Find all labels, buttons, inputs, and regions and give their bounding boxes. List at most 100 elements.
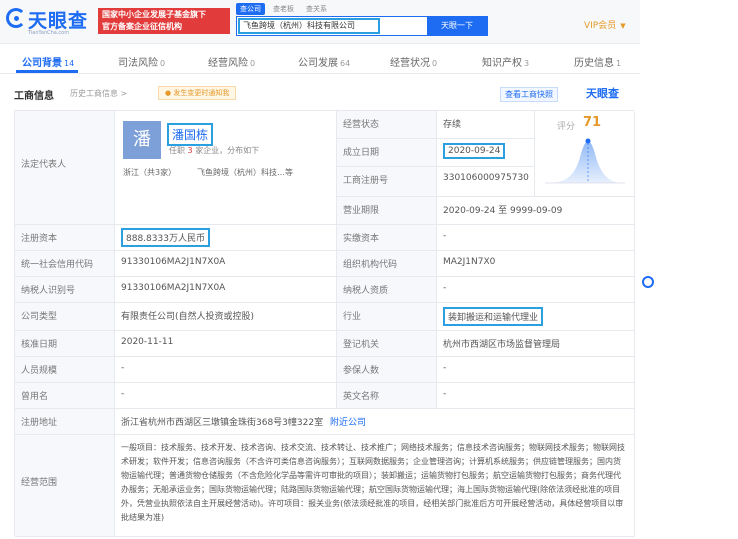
promo-line-1: 国家中小企业发展子基金旗下 — [102, 10, 206, 19]
rep-summary-prefix: 任职 — [169, 146, 185, 155]
brand-watermark: 天眼查 — [586, 87, 619, 100]
tab-label: 司法风险 — [118, 58, 158, 69]
address-label: 注册地址 — [15, 409, 115, 435]
tab-judicial-risk[interactable]: 司法风险 0 — [118, 54, 165, 69]
scope-cell: 一般项目：技术服务、技术开发、技术咨询、技术交流、技术转让、技术推广；网络技术服… — [115, 435, 635, 537]
rep-summary: 任职 3 家企业，分布如下 — [169, 145, 259, 156]
rep-avatar: 潘 — [123, 121, 161, 159]
address-cell: 浙江省杭州市西湖区三墩镇金珠街368号3幢322室 附近公司 — [115, 409, 635, 435]
tab-operating-status[interactable]: 经营状况 0 — [390, 54, 437, 69]
tab-count: 0 — [432, 59, 438, 68]
tab-label: 经营状况 — [390, 58, 430, 69]
tab-label: 经营风险 — [208, 58, 248, 69]
search-tab-boss[interactable]: 查老板 — [269, 3, 298, 15]
rep-company-count: 3 — [187, 146, 193, 155]
score-cell: 评分 71 — [535, 111, 635, 197]
regno-label: 工商注册号 — [337, 167, 437, 197]
authority-label: 登记机关 — [337, 331, 437, 357]
vip-menu[interactable]: VIP会员 ▼ — [584, 18, 626, 31]
estab-label: 成立日期 — [337, 139, 437, 167]
tab-label: 历史信息 — [574, 58, 614, 69]
industry-label: 行业 — [337, 303, 437, 331]
search-input[interactable]: 飞鱼跨境（杭州）科技有限公司 — [238, 18, 380, 34]
scope-label: 经营范围 — [15, 435, 115, 537]
rep-name-text: 潘国栋 — [167, 123, 214, 146]
org-label: 组织机构代码 — [337, 251, 437, 277]
logo-text: 天眼查 — [28, 10, 89, 32]
vip-label: VIP会员 — [584, 21, 617, 31]
authority-value: 杭州市西湖区市场监督管理局 — [437, 331, 635, 357]
type-value: 有限责任公司(自然人投资或控股) — [115, 303, 337, 331]
nearby-companies-link[interactable]: 附近公司 — [330, 418, 366, 428]
promo-banner[interactable]: 国家中小企业发展子基金旗下 官方备案企业征信机构 — [98, 8, 230, 34]
section-header: 工商信息 历史工商信息 > ● 发生变更时通知我 查看工商快照 天眼查 — [14, 84, 634, 106]
address-value: 浙江省杭州市西湖区三墩镇金珠街368号3幢322室 — [121, 418, 324, 428]
active-tab-indicator — [16, 70, 78, 73]
tax-value: 91330106MA2J1N7X0A — [115, 277, 337, 303]
rep-company[interactable]: 飞鱼跨境（杭州）科技…等 — [197, 167, 293, 178]
type-label: 公司类型 — [15, 303, 115, 331]
status-value: 存续 — [437, 111, 535, 139]
tab-label: 公司背景 — [22, 58, 62, 69]
search-box: 飞鱼跨境（杭州）科技有限公司 天眼一下 — [236, 16, 488, 36]
status-label: 经营状态 — [337, 111, 437, 139]
tab-label: 知识产权 — [482, 58, 522, 69]
staff-value: - — [115, 357, 337, 383]
tab-history[interactable]: 历史信息 1 — [574, 54, 621, 69]
insured-value: - — [437, 357, 635, 383]
estab-value: 2020-09-24 — [443, 143, 506, 159]
industry-value: 装卸搬运和运输代理业 — [443, 307, 544, 326]
section-title: 工商信息 — [14, 91, 54, 102]
business-info-table: 法定代表人 潘 潘国栋 任职 3 家企业，分布如下 浙江（共3家） 飞鱼跨境（杭… — [14, 110, 635, 537]
change-notify-button[interactable]: ● 发生变更时通知我 — [158, 86, 237, 100]
capital-cell: 888.8333万人民币 — [115, 225, 337, 251]
rep-region[interactable]: 浙江（共3家） — [123, 167, 176, 178]
score-value: 71 — [583, 115, 602, 130]
tab-count: 0 — [250, 59, 256, 68]
period-label: 营业期限 — [337, 197, 437, 225]
tab-intellectual-property[interactable]: 知识产权 3 — [482, 54, 529, 69]
former-label: 曾用名 — [15, 383, 115, 409]
credit-label: 统一社会信用代码 — [15, 251, 115, 277]
tab-company-development[interactable]: 公司发展 64 — [298, 54, 350, 69]
legal-rep-cell: 潘 潘国栋 任职 3 家企业，分布如下 浙江（共3家） 飞鱼跨境（杭州）科技…等 — [115, 111, 337, 225]
capital-value: 888.8333万人民币 — [121, 228, 210, 247]
floating-circle-button[interactable] — [642, 276, 654, 288]
tab-count: 14 — [64, 59, 75, 68]
capital-label: 注册资本 — [15, 225, 115, 251]
former-value: - — [115, 383, 337, 409]
score-distribution-icon — [545, 138, 625, 184]
tab-count: 0 — [160, 59, 166, 68]
score-label: 评分 — [557, 122, 576, 132]
top-header: 天眼查 TianYanCha.com 国家中小企业发展子基金旗下 官方备案企业征… — [0, 0, 640, 44]
search-tab-relation[interactable]: 查关系 — [302, 3, 331, 15]
snapshot-button[interactable]: 查看工商快照 — [500, 87, 558, 102]
tab-count: 1 — [616, 59, 622, 68]
estab-cell: 2020-09-24 — [437, 139, 535, 167]
promo-line-2: 官方备案企业征信机构 — [102, 22, 182, 31]
tab-operating-risk[interactable]: 经营风险 0 — [208, 54, 255, 69]
search-type-tabs: 查公司 查老板 查关系 — [236, 3, 335, 15]
paid-label: 实缴资本 — [337, 225, 437, 251]
logo-url: TianYanCha.com — [28, 30, 70, 36]
tab-company-background[interactable]: 公司背景 14 — [22, 54, 74, 69]
english-label: 英文名称 — [337, 383, 437, 409]
period-value: 2020-09-24 至 9999-09-09 — [437, 197, 635, 225]
legal-rep-label: 法定代表人 — [15, 111, 115, 225]
rep-summary-suffix: 家企业，分布如下 — [195, 146, 260, 155]
paid-value: - — [437, 225, 635, 251]
page: 天眼查 TianYanCha.com 国家中小企业发展子基金旗下 官方备案企业征… — [0, 0, 640, 539]
search-button[interactable]: 天眼一下 — [427, 17, 487, 35]
tab-count: 3 — [524, 59, 530, 68]
credit-value: 91330106MA2J1N7X0A — [115, 251, 337, 277]
tab-label: 公司发展 — [298, 58, 338, 69]
history-link[interactable]: 历史工商信息 > — [70, 88, 127, 99]
english-value: - — [437, 383, 635, 409]
rep-name[interactable]: 潘国栋 — [167, 123, 214, 146]
tianyancha-logo[interactable]: 天眼查 TianYanCha.com — [6, 6, 94, 38]
regno-value: 330106000975730 — [437, 167, 535, 197]
scope-value: 一般项目：技术服务、技术开发、技术咨询、技术交流、技术转让、技术推广；网络技术服… — [121, 443, 625, 522]
taxq-label: 纳税人资质 — [337, 277, 437, 303]
tax-label: 纳税人识别号 — [15, 277, 115, 303]
search-tab-company[interactable]: 查公司 — [236, 3, 265, 15]
